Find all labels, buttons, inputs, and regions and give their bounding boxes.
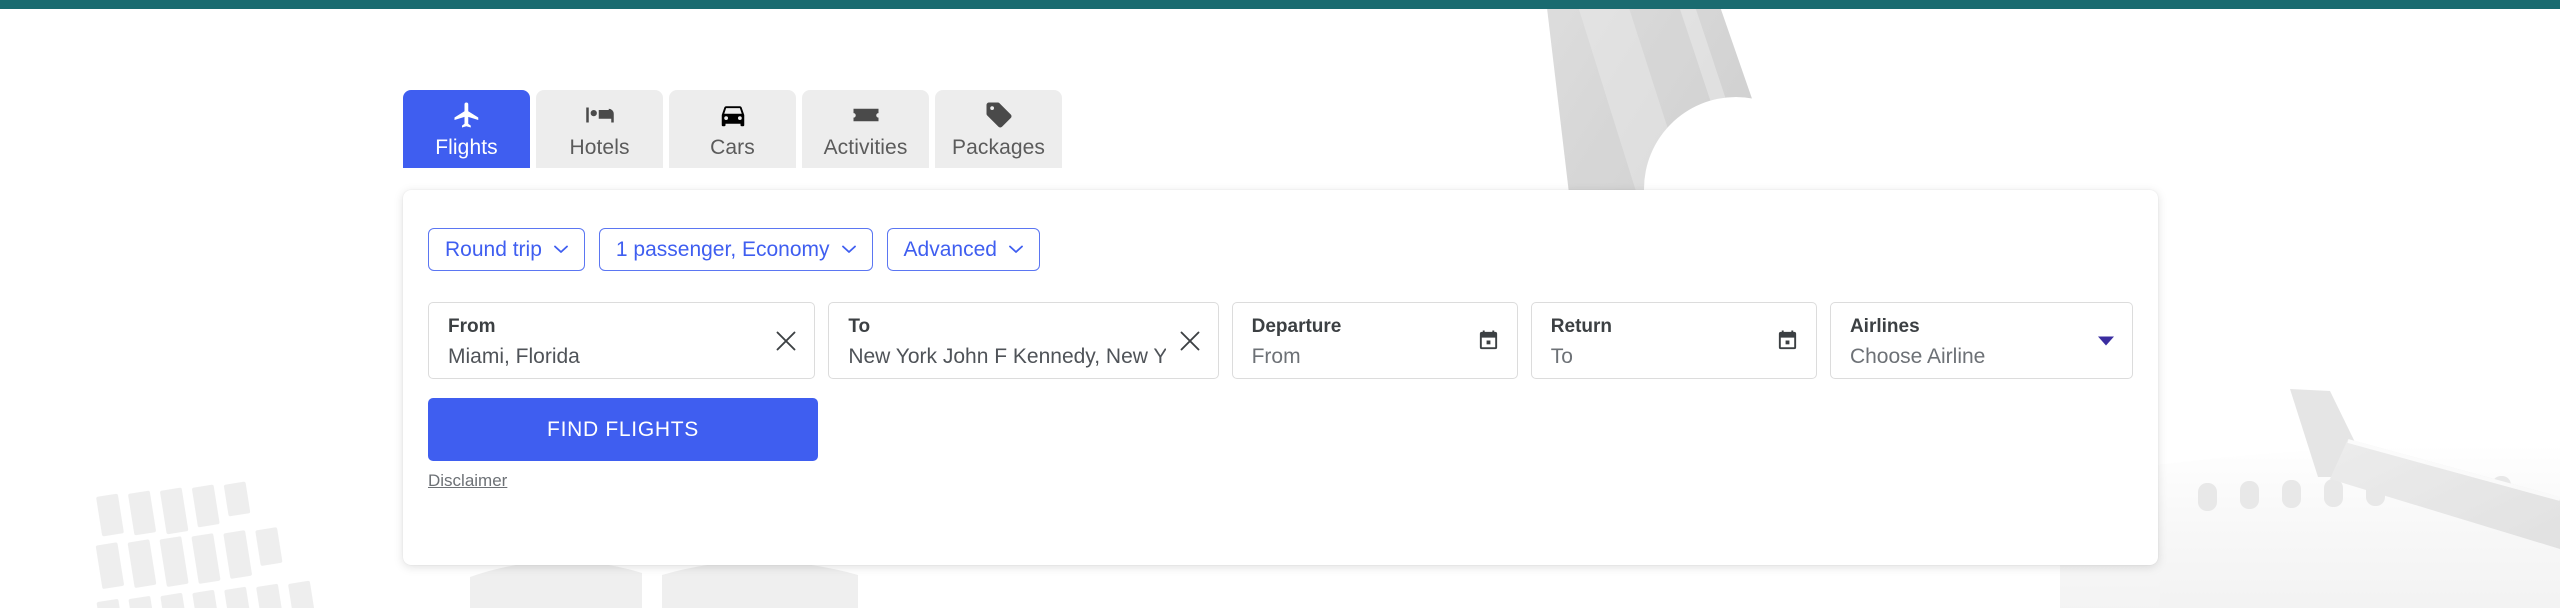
chevron-down-icon <box>553 245 568 254</box>
tab-activities[interactable]: Activities <box>802 90 929 168</box>
passengers-class-dropdown[interactable]: 1 passenger, Economy <box>598 228 873 271</box>
submit-area: FIND FLIGHTS Disclaimer <box>428 398 2133 491</box>
destination-label: To <box>848 316 871 337</box>
bed-icon <box>585 100 615 130</box>
search-options-row: Round trip 1 passenger, Economy Advanced <box>428 228 2133 271</box>
close-icon[interactable] <box>772 327 800 355</box>
airplane-icon <box>452 100 482 130</box>
tab-flights[interactable]: Flights <box>403 90 530 168</box>
origin-field[interactable]: From Miami, Florida <box>428 302 816 379</box>
departure-label: Departure <box>1251 316 1342 337</box>
tab-packages-label: Packages <box>951 136 1046 159</box>
ticket-star-icon <box>851 100 881 130</box>
departure-date-field[interactable]: Departure From <box>1231 302 1518 379</box>
calendar-icon[interactable] <box>1774 327 1802 355</box>
origin-value: Miami, Florida <box>448 344 580 368</box>
airlines-field[interactable]: Airlines Choose Airline <box>1829 302 2133 379</box>
airlines-value: Choose Airline <box>1849 344 1986 368</box>
disclaimer-link[interactable]: Disclaimer <box>428 472 507 489</box>
search-fields-row: From Miami, Florida To New York John F K… <box>428 302 2133 379</box>
top-accent-bar <box>0 0 2560 9</box>
passengers-class-label: 1 passenger, Economy <box>615 238 830 261</box>
flight-search-card: Round trip 1 passenger, Economy Advanced… <box>403 190 2158 565</box>
advanced-options-dropdown[interactable]: Advanced <box>886 228 1040 271</box>
tab-cars-label: Cars <box>710 136 755 159</box>
return-date-field[interactable]: Return To <box>1530 302 1817 379</box>
tab-cars[interactable]: Cars <box>669 90 796 168</box>
tab-packages[interactable]: Packages <box>935 90 1062 168</box>
service-tabs: Flights Hotels Cars Activities Packages <box>403 90 1062 168</box>
chevron-down-icon <box>1009 245 1023 254</box>
car-icon <box>721 106 744 127</box>
caret-down-icon[interactable] <box>2097 336 2114 345</box>
tab-activities-label: Activities <box>823 136 908 159</box>
trip-type-label: Round trip <box>445 238 542 261</box>
destination-field[interactable]: To New York John F Kennedy, New Y <box>828 302 1219 379</box>
find-flights-button[interactable]: FIND FLIGHTS <box>428 398 818 461</box>
close-icon[interactable] <box>1176 327 1204 355</box>
tab-hotels[interactable]: Hotels <box>536 90 663 168</box>
tab-hotels-label: Hotels <box>569 136 630 159</box>
departure-value: From <box>1251 344 1301 368</box>
origin-label: From <box>448 316 496 337</box>
tab-flights-label: Flights <box>435 136 498 159</box>
destination-value: New York John F Kennedy, New Y <box>848 344 1166 368</box>
tag-icon <box>984 100 1014 130</box>
advanced-options-label: Advanced <box>903 238 997 261</box>
airlines-label: Airlines <box>1849 316 1920 337</box>
return-value: To <box>1550 344 1573 368</box>
chevron-down-icon <box>841 245 856 254</box>
trip-type-dropdown[interactable]: Round trip <box>428 228 585 271</box>
return-label: Return <box>1550 316 1613 337</box>
calendar-icon[interactable] <box>1475 327 1503 355</box>
